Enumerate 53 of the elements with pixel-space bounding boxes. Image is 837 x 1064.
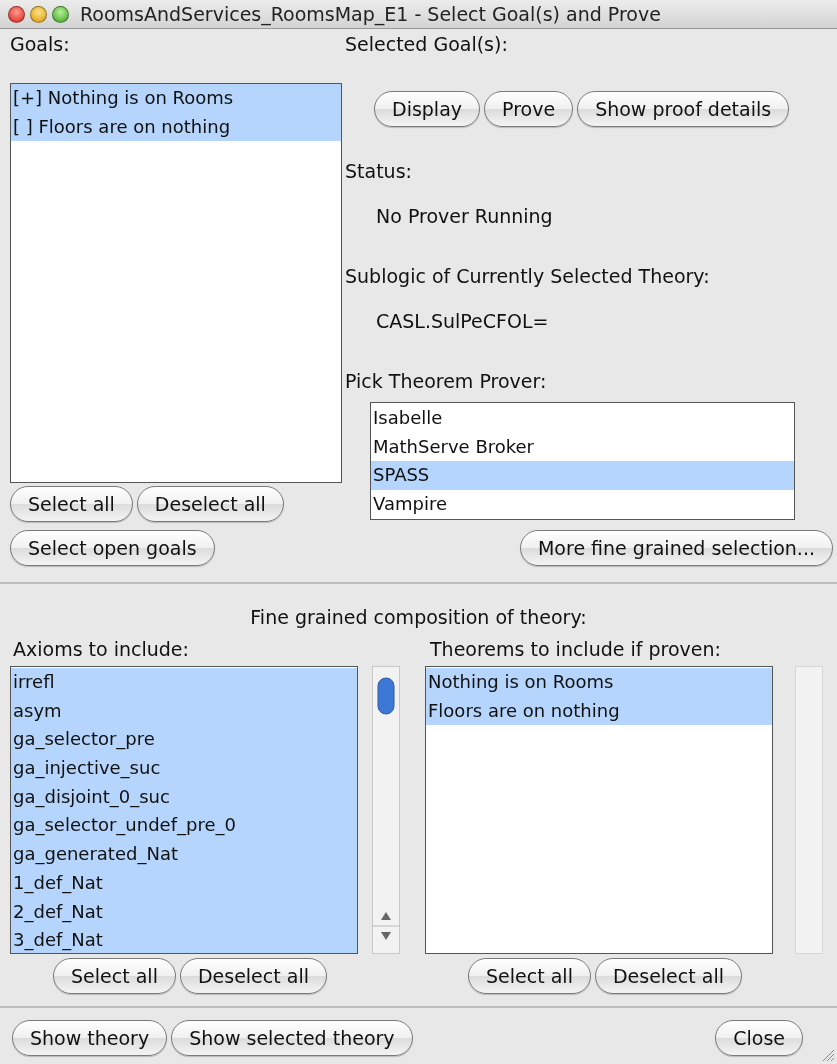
prover-list[interactable]: Isabelle MathServe Broker SPASS Vampire <box>370 402 795 520</box>
list-item[interactable]: asym <box>11 696 357 726</box>
theorems-label: Theorems to include if proven: <box>430 638 722 660</box>
list-item[interactable]: SPASS <box>371 461 794 491</box>
section-label: Selected Goal(s): <box>345 33 509 55</box>
close-button[interactable]: Close <box>715 1020 803 1056</box>
deselect-all-button[interactable]: Deselect all <box>136 486 284 522</box>
minimize-button[interactable] <box>30 5 47 23</box>
section-title: Fine grained composition of theory: <box>249 606 588 628</box>
display-button[interactable]: Display <box>374 91 481 127</box>
theorems-list[interactable]: Nothing is on Rooms Floors are on nothing <box>425 666 773 954</box>
list-item[interactable]: ga_injective_suc <box>11 754 357 783</box>
select-all-button[interactable]: Select all <box>53 958 176 994</box>
zoom-button[interactable] <box>52 5 69 23</box>
deselect-all-button[interactable]: Deselect all <box>594 958 742 994</box>
show-theory-button[interactable]: Show theory <box>12 1020 168 1056</box>
list-item[interactable]: 3_def_Nat <box>11 926 357 953</box>
axioms-label: Axioms to include: <box>13 638 190 660</box>
goals-list[interactable]: [+] Nothing is on Rooms [ ] Floors are on nothing <box>10 83 342 483</box>
sublogic-text: CASL.SulPeCFOL= <box>376 310 550 332</box>
scrollbar[interactable] <box>372 666 400 954</box>
select-all-button[interactable]: Select all <box>468 958 591 994</box>
window-title: RoomsAndServices_RoomsMap_E1 - Select Goal(s) and Prove <box>80 3 661 25</box>
list-item[interactable]: Vampire <box>371 490 794 519</box>
deselect-all-button[interactable]: Deselect all <box>179 958 327 994</box>
list-item[interactable]: 1_def_Nat <box>11 868 357 898</box>
select-all-button[interactable]: Select all <box>10 486 133 522</box>
scrollbar[interactable] <box>795 666 823 954</box>
prove-button[interactable]: Prove <box>484 91 574 127</box>
show-selected-theory-button[interactable]: Show selected theory <box>171 1020 413 1056</box>
close-button[interactable] <box>8 5 25 23</box>
list-item[interactable]: irrefl <box>11 668 357 697</box>
list-item[interactable]: ga_selector_pre <box>11 725 357 755</box>
sublogic-label: Sublogic of Currently Selected Theory: <box>345 265 711 287</box>
resize-grip-icon[interactable] <box>821 1048 835 1062</box>
axioms-list[interactable]: irrefl asym ga_selector_pre ga_injective_suc ga_disjoint_0_suc ga_selector_undef_pre_0 ga_generated_Nat 1_def_Nat 2_def_Nat 3_def_Nat <box>10 666 358 954</box>
list-item[interactable]: [+] Nothing is on Rooms <box>11 84 341 113</box>
more-selection-button[interactable]: More fine grained selection... <box>519 530 833 566</box>
show-proof-details-button[interactable]: Show proof details <box>577 91 790 127</box>
section-label: Goals: <box>10 33 71 55</box>
list-item[interactable]: [ ] Floors are on nothing <box>11 112 341 142</box>
list-item[interactable]: Floors are on nothing <box>426 696 772 726</box>
list-item[interactable]: MathServe Broker <box>371 432 794 462</box>
list-item[interactable]: Nothing is on Rooms <box>426 668 772 697</box>
list-item[interactable]: Isabelle <box>371 404 794 433</box>
list-item[interactable]: ga_disjoint_0_suc <box>11 782 357 812</box>
list-item[interactable]: ga_generated_Nat <box>11 840 357 869</box>
prover-label: Pick Theorem Prover: <box>345 370 548 392</box>
status-label: Status: <box>345 160 413 182</box>
list-item[interactable]: 2_def_Nat <box>11 897 357 927</box>
select-open-goals-button[interactable]: Select open goals <box>10 530 215 566</box>
status-text: No Prover Running <box>376 205 554 227</box>
list-item[interactable]: ga_selector_undef_pre_0 <box>11 811 357 841</box>
